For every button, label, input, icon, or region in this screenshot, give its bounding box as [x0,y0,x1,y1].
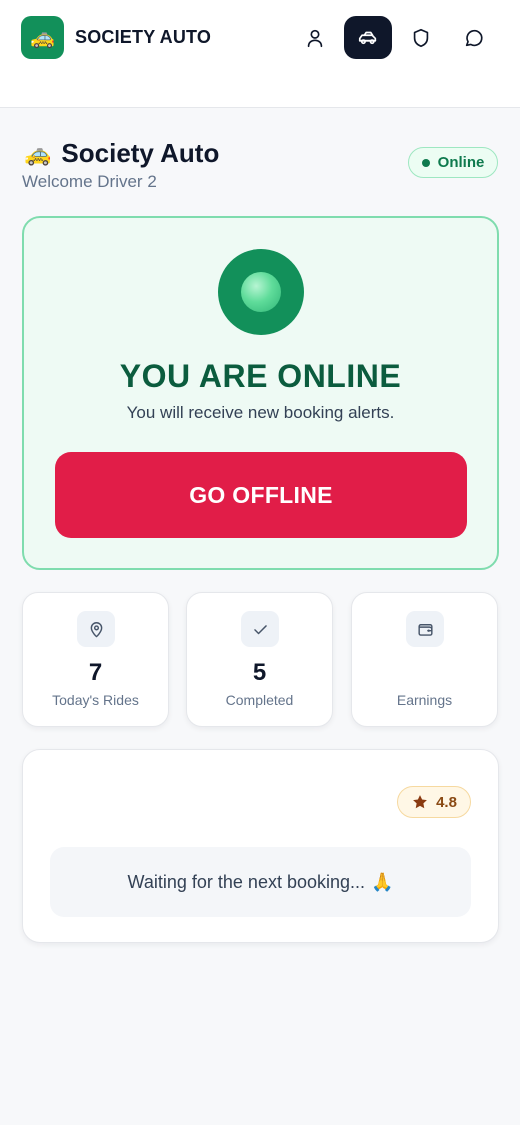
nav-chat-button[interactable] [450,16,498,59]
status-dot-icon [421,158,430,167]
stat-label: Earnings [396,692,453,708]
stat-value: 7 [88,659,103,686]
stat-todays-rides: 7 Today's Rides [22,592,169,727]
pray-icon: 🙏 [371,871,394,892]
stat-value: 5 [252,659,267,686]
stat-earnings: Earnings [351,592,498,727]
rating-value: 4.8 [436,793,457,811]
taxi-icon: 🚕 [30,26,55,49]
nav-safety-button[interactable] [397,16,445,59]
page-title-text: Society Auto [61,138,220,168]
stat-label: Today's Rides [52,692,139,708]
status-badge: Online [408,147,498,178]
welcome-text: Welcome Driver 2 [22,172,157,191]
car-icon [358,31,377,44]
waiting-text: Waiting for the next booking... [127,871,366,892]
taxi-icon: 🚕 [24,140,52,166]
app-logo[interactable]: 🚕 [21,16,64,59]
stat-completed: 5 Completed [186,592,333,727]
top-bar: 🚕 SOCIETY AUTO [0,0,520,108]
stat-label: Completed [225,692,294,708]
shield-icon [413,28,429,47]
star-icon [413,795,427,809]
nav-rides-button[interactable] [344,16,392,59]
rating-badge: 4.8 [397,786,471,818]
go-offline-button[interactable]: GO OFFLINE [55,452,467,538]
nav-profile-button[interactable] [291,16,339,59]
online-heading: YOU ARE ONLINE [119,358,402,394]
online-orb-icon [218,249,304,335]
wallet-icon [417,623,433,636]
page-title: 🚕 Society Auto [24,138,219,169]
message-icon [465,29,483,46]
status-label: Online [437,154,485,171]
check-icon [253,624,267,634]
brand-name: SOCIETY AUTO [75,27,212,47]
booking-card: 4.8 Waiting for the next booking... 🙏 [22,749,499,943]
user-icon [307,29,323,47]
waiting-message: Waiting for the next booking... 🙏 [50,847,471,917]
map-pin-icon [90,621,102,637]
online-subtitle: You will receive new booking alerts. [126,403,395,422]
online-status-card: YOU ARE ONLINE You will receive new book… [22,216,499,570]
